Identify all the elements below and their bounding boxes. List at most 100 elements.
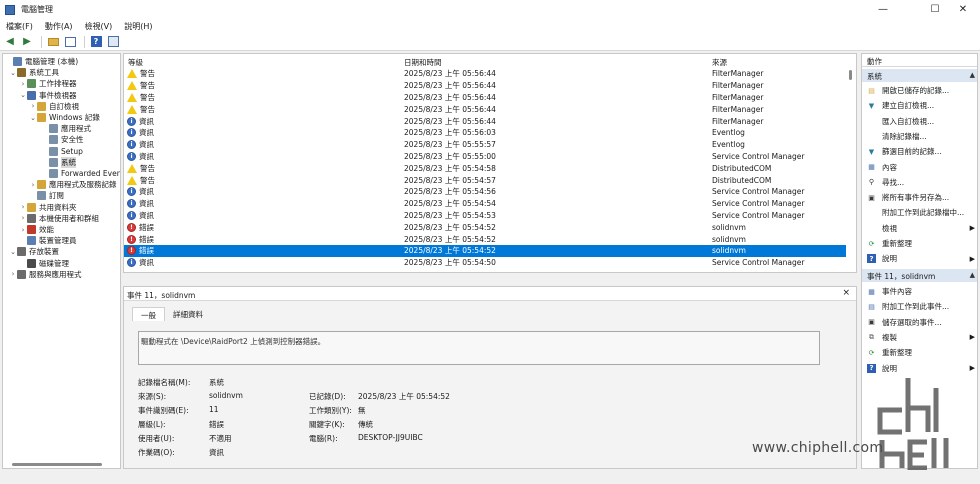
event-row[interactable]: 警告 2025/8/23 上午 05:56:44 FilterManager (124, 80, 846, 92)
event-list-scrollbar[interactable] (849, 66, 853, 272)
tree-item[interactable]: ⌄ 存放裝置 (9, 246, 59, 257)
close-icon[interactable]: × (842, 288, 850, 298)
tree-item[interactable]: ⌄ 事件檢視器 (19, 90, 77, 101)
event-row[interactable]: ! 錯誤 2025/8/23 上午 05:54:52 solidnvm (124, 221, 846, 233)
event-row[interactable]: 警告 2025/8/23 上午 05:56:44 FilterManager (124, 68, 846, 80)
action-item[interactable]: ▣ 儲存選取的事件... (862, 315, 977, 330)
tree-item[interactable]: 應用程式 (41, 123, 91, 134)
expand-icon[interactable]: › (19, 226, 27, 234)
properties-icon: ▦ (868, 163, 875, 171)
action-item[interactable]: ⟳ 重新整理 (862, 345, 977, 360)
event-row[interactable]: i 資訊 2025/8/23 上午 05:54:56 Service Control … (124, 186, 846, 198)
action-item[interactable]: ⟳ 重新整理 (862, 236, 977, 251)
event-row[interactable]: 警告 2025/8/23 上午 05:54:58 DistributedCOM (124, 162, 846, 174)
submenu-arrow-icon: ▶ (969, 254, 975, 263)
action-item[interactable]: ▦ 事件內容 (862, 284, 977, 299)
actions-title-text: 動作 (867, 57, 882, 66)
tree-item[interactable]: ⌄ 系統工具 (9, 67, 59, 78)
event-level-text: 資訊 (139, 151, 154, 161)
event-row[interactable]: 警告 2025/8/23 上午 05:54:57 DistributedCOM (124, 174, 846, 186)
tree-item[interactable]: 電腦管理 (本機) (5, 56, 78, 67)
event-row[interactable]: 警告 2025/8/23 上午 05:56:44 FilterManager (124, 103, 846, 115)
action-item[interactable]: ▤ 附加工作到此事件... (862, 299, 977, 314)
tree-item-label: 電腦管理 (本機) (25, 57, 79, 66)
event-row[interactable]: ! 錯誤 2025/8/23 上午 05:54:52 solidnvm (124, 233, 846, 245)
expand-icon[interactable]: › (9, 270, 17, 278)
event-row[interactable]: i 資訊 2025/8/23 上午 05:54:54 Service Control … (124, 198, 846, 210)
back-arrow-icon[interactable]: ◀ (3, 35, 17, 49)
collapse-icon[interactable]: ⌄ (9, 69, 17, 77)
event-row[interactable]: ! 錯誤 2025/8/23 上午 05:54:52 solidnvm (124, 245, 846, 257)
event-row[interactable]: i 資訊 2025/8/23 上午 05:55:57 Eventlog (124, 139, 846, 151)
collapse-icon[interactable]: ▲ (970, 71, 975, 79)
event-level-text: 資訊 (139, 116, 154, 126)
tree-item[interactable]: › 效能 (19, 224, 54, 235)
collapse-icon[interactable]: ⌄ (9, 248, 17, 256)
show-hide-tree-icon[interactable] (63, 35, 77, 49)
folder-up-icon[interactable] (46, 35, 60, 49)
column-header-level[interactable]: 等級 (128, 57, 143, 68)
tab-general[interactable]: 一般 (132, 307, 165, 321)
action-item[interactable]: 清除記錄檔... (862, 129, 977, 144)
action-item[interactable]: ▤ 開啟已儲存的記錄... (862, 83, 977, 98)
minimize-button[interactable]: — (866, 0, 900, 19)
event-row[interactable]: i 資訊 2025/8/23 上午 05:55:00 Service Control … (124, 151, 846, 163)
actions-group-system[interactable]: 系統 ▲ (862, 69, 977, 82)
expand-icon[interactable]: › (19, 80, 27, 88)
menu-file[interactable]: 檔案(F) (6, 21, 33, 32)
tree-item[interactable]: 裝置管理員 (19, 235, 77, 246)
action-item[interactable]: ⚲ 尋找... (862, 175, 977, 190)
tree-item[interactable]: › 工作排程器 (19, 78, 77, 89)
event-row[interactable]: i 資訊 2025/8/23 上午 05:54:50 Service Control … (124, 257, 846, 269)
help-icon[interactable]: ? (89, 35, 103, 49)
action-item[interactable]: 附加工作到此記錄檔中... (862, 205, 977, 220)
refresh-icon: ⟳ (868, 239, 875, 248)
expand-icon[interactable]: › (19, 214, 27, 222)
collapse-icon[interactable]: ⌄ (19, 91, 27, 99)
forward-arrow-icon[interactable]: ▶ (20, 35, 34, 49)
action-item[interactable]: 檢視 ▶ (862, 221, 977, 236)
action-item[interactable]: ? 說明 ▶ (862, 251, 977, 266)
menu-action[interactable]: 動作(A) (45, 21, 73, 32)
column-header-date[interactable]: 日期和時間 (404, 57, 442, 68)
actions-group-event[interactable]: 事件 11，solidnvm ▲ (862, 269, 977, 282)
event-row[interactable]: i 資訊 2025/8/23 上午 05:56:03 Eventlog (124, 127, 846, 139)
tree-item[interactable]: › 共用資料夾 (19, 202, 77, 213)
tree-item[interactable]: ⌄ Windows 記錄 (29, 112, 100, 123)
action-item[interactable]: ▣ 將所有事件另存為... (862, 190, 977, 205)
menu-view[interactable]: 檢視(V) (85, 21, 113, 32)
event-message[interactable]: 驅動程式在 \Device\RaidPort2 上偵測到控制器錯誤。 (138, 331, 820, 365)
collapse-icon[interactable]: ⌄ (29, 114, 37, 122)
tree-item[interactable]: Setup (41, 146, 83, 157)
event-row[interactable]: 警告 2025/8/23 上午 05:56:44 FilterManager (124, 92, 846, 104)
action-item[interactable]: ▦ 內容 (862, 160, 977, 175)
attach-task-icon: ▤ (868, 302, 875, 311)
tree-item[interactable]: 安全性 (41, 134, 84, 145)
collapse-icon[interactable]: ▲ (970, 271, 975, 279)
column-header-source[interactable]: 來源 (712, 57, 727, 68)
expand-icon[interactable]: › (19, 203, 27, 211)
expand-icon[interactable]: › (29, 102, 37, 110)
tree-item[interactable]: › 服務與應用程式 (9, 269, 82, 280)
tree-item[interactable]: › 應用程式及服務記錄 (29, 179, 117, 190)
tree-item[interactable]: Forwarded Even (41, 168, 120, 179)
close-button[interactable]: ✕ (946, 0, 980, 19)
tree-horizontal-scrollbar[interactable] (2, 462, 121, 468)
scrollbar-thumb[interactable] (12, 463, 102, 466)
event-row[interactable]: i 資訊 2025/8/23 上午 05:56:44 FilterManager (124, 115, 846, 127)
tree-item[interactable]: 系統 (41, 156, 76, 168)
tree-item[interactable]: 磁碟管理 (19, 258, 69, 269)
tab-details[interactable]: 詳細資料 (165, 307, 211, 321)
scrollbar-thumb[interactable] (849, 70, 852, 80)
event-row[interactable]: i 資訊 2025/8/23 上午 05:54:53 Service Control … (124, 210, 846, 222)
tree-item[interactable]: › 本機使用者和群組 (19, 213, 99, 224)
action-item[interactable]: ⧉ 複製 ▶ (862, 330, 977, 345)
menu-help[interactable]: 說明(H) (124, 21, 152, 32)
tree-item[interactable]: › 自訂檢視 (29, 101, 79, 112)
tree-item[interactable]: 訂閱 (29, 190, 64, 201)
action-item[interactable]: ▼ 建立自訂檢視... (862, 98, 977, 113)
action-item[interactable]: 匯入自訂檢視... (862, 114, 977, 129)
expand-icon[interactable]: › (29, 181, 37, 189)
properties-icon[interactable] (106, 35, 120, 49)
action-item[interactable]: ▼ 篩選目前的記錄... (862, 144, 977, 159)
